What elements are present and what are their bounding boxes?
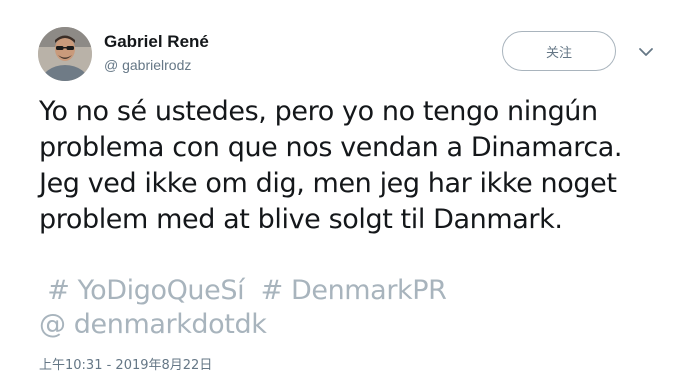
tweet-entities: # YoDigoQueSí # DenmarkPR @ denmarkdotdk xyxy=(39,274,679,342)
author-handle[interactable]: @ gabrielrodz xyxy=(104,57,191,73)
chevron-down-icon[interactable] xyxy=(638,44,654,60)
tweet-timestamp[interactable]: 上午10:31 - 2019年8月22日 xyxy=(39,354,212,373)
mention-link[interactable]: @ denmarkdotdk xyxy=(39,309,267,340)
tweet-text-line: Yo no sé ustedes, pero yo no tengo ningú… xyxy=(39,96,598,127)
user-avatar-icon xyxy=(38,27,92,81)
tweet-text-line: problema con que nos vendan a Dinamarca. xyxy=(39,132,623,163)
tweet-text: Yo no sé ustedes, pero yo no tengo ningú… xyxy=(39,94,679,238)
hashtag-link[interactable]: # DenmarkPR xyxy=(261,275,447,306)
avatar[interactable] xyxy=(38,27,92,81)
hashtag-link[interactable]: # YoDigoQueSí xyxy=(47,275,244,306)
tweet-text-line: problem med at blive solgt til Danmark. xyxy=(39,204,563,235)
tweet-text-line: Jeg ved ikke om dig, men jeg har ikke no… xyxy=(39,168,617,199)
follow-button[interactable]: 关注 xyxy=(502,31,616,71)
author-display-name[interactable]: Gabriel René xyxy=(104,32,209,52)
